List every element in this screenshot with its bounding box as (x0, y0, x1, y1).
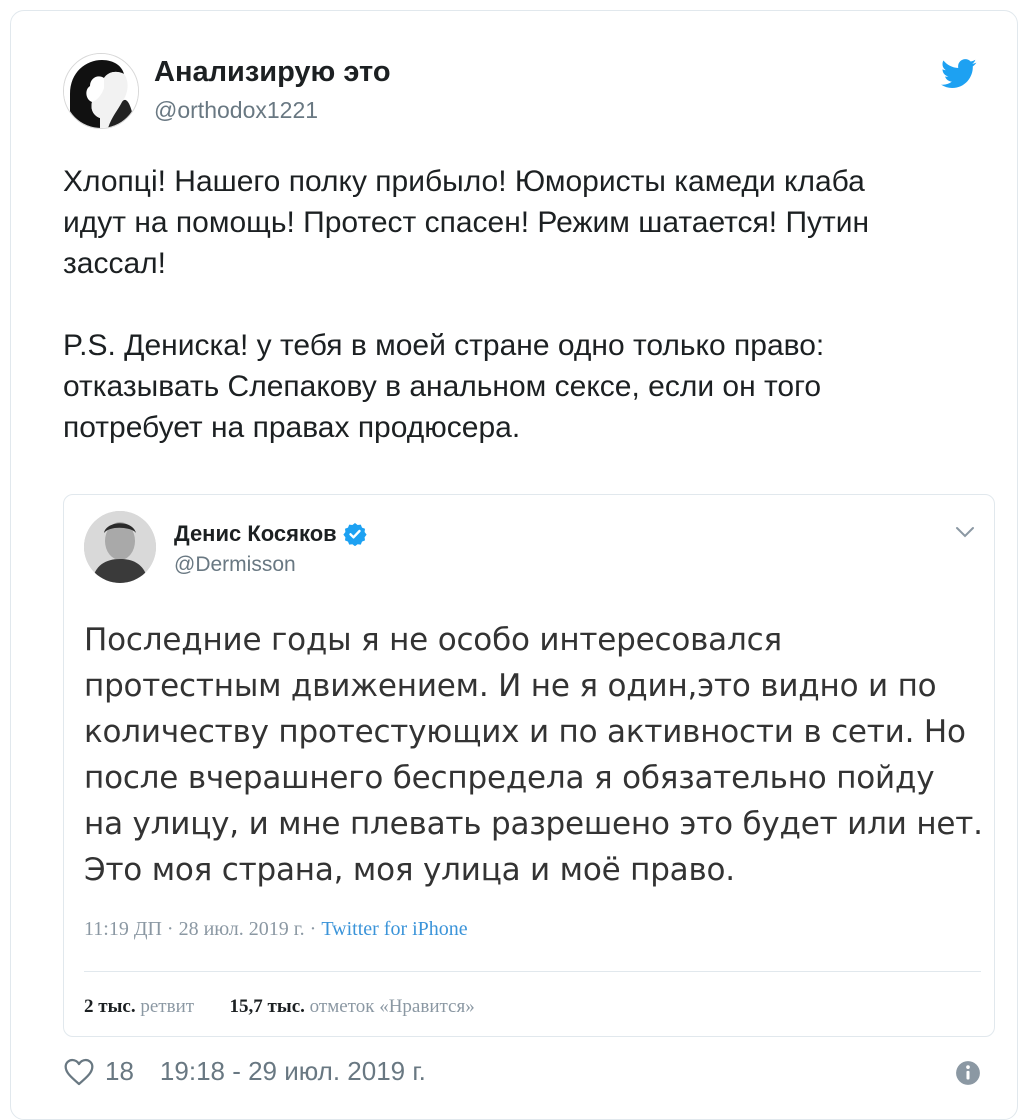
quoted-author-name-row[interactable]: Денис Косяков (174, 521, 367, 547)
info-icon[interactable] (955, 1060, 981, 1086)
verified-badge-icon (343, 523, 367, 546)
author-avatar[interactable] (63, 53, 139, 129)
twitter-bird-icon[interactable] (941, 59, 977, 89)
quoted-tweet[interactable]: Денис Косяков @Dermisson Последние годы … (63, 494, 995, 1037)
quoted-tweet-text: Последние годы я не особо интересовался … (84, 617, 984, 893)
like-label[interactable]: отметок «Нравится» (310, 996, 475, 1017)
quoted-author-handle[interactable]: @Dermisson (174, 553, 296, 577)
embedded-tweet-card: Анализирую это @orthodox1221 Хлопцi! Наш… (10, 10, 1018, 1120)
avatar-photo-icon (84, 511, 156, 583)
retweet-count[interactable]: 2 тыс. (84, 996, 136, 1017)
quoted-author-name[interactable]: Денис Косяков (174, 521, 337, 547)
avatar-silhouette-icon (64, 54, 138, 128)
separator: · (309, 918, 317, 940)
tweet-footer: 18 19:18 - 29 июл. 2019 г. (63, 1056, 426, 1087)
like-count[interactable]: 18 (105, 1056, 134, 1087)
author-handle[interactable]: @orthodox1221 (154, 97, 318, 124)
quoted-tweet-body: Последние годы я не особо интересовался … (84, 622, 983, 888)
divider (84, 971, 981, 972)
tweet-text: Хлопцi! Нашего полку прибыло! Юмористы к… (63, 161, 983, 448)
separator: · (166, 918, 174, 940)
heart-icon[interactable] (63, 1057, 95, 1087)
author-name[interactable]: Анализирую это (154, 56, 391, 89)
quoted-source-link[interactable]: Twitter for iPhone (321, 918, 467, 940)
tweet-paragraph: Хлопцi! Нашего полку прибыло! Юмористы к… (63, 165, 870, 280)
tweet-paragraph: P.S. Дениска! у тебя в моей стране одно … (63, 329, 825, 444)
quoted-time[interactable]: 11:19 ДП (84, 918, 162, 940)
retweet-label[interactable]: ретвит (140, 996, 194, 1017)
quoted-tweet-metadata: 11:19 ДП · 28 июл. 2019 г. · Twitter for… (84, 918, 468, 941)
tweet-timestamp[interactable]: 19:18 - 29 июл. 2019 г. (160, 1056, 426, 1087)
quoted-tweet-stats: 2 тыс. ретвит 15,7 тыс. отметок «Нравитс… (84, 996, 475, 1018)
quoted-date[interactable]: 28 июл. 2019 г. (179, 918, 305, 940)
like-count[interactable]: 15,7 тыс. (230, 996, 305, 1017)
chevron-down-icon[interactable] (954, 525, 976, 539)
quoted-author-avatar[interactable] (84, 511, 156, 583)
